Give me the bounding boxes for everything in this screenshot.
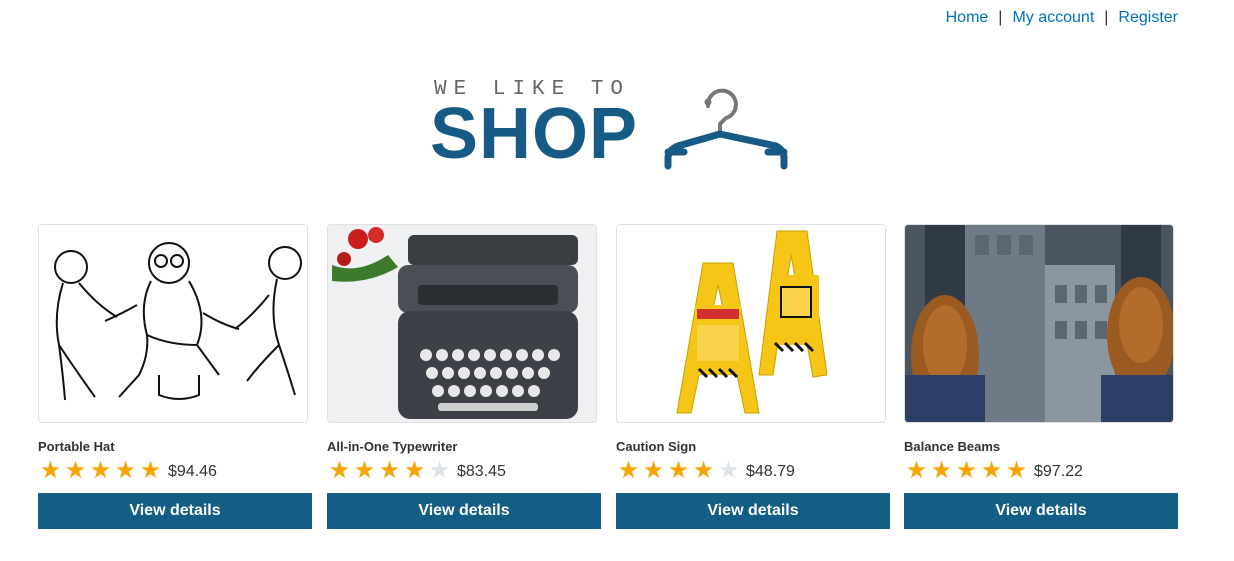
star-icon: ★: [428, 456, 451, 484]
my-account-link[interactable]: My account: [1012, 9, 1094, 27]
product-price: $83.45: [457, 463, 506, 480]
star-rating: ★ ★ ★ ★ ★: [38, 458, 163, 482]
star-icon: ★: [617, 456, 640, 484]
view-details-button[interactable]: View details: [904, 493, 1178, 529]
product-name[interactable]: Caution Sign: [616, 439, 890, 455]
product-name[interactable]: Portable Hat: [38, 439, 312, 455]
star-icon: ★: [1005, 456, 1028, 484]
star-icon: ★: [403, 456, 426, 484]
star-icon: ★: [328, 456, 351, 484]
page: Home | My account | Register WE LIKE TO …: [0, 0, 1234, 561]
product-name[interactable]: All-in-One Typewriter: [327, 439, 601, 455]
top-nav: Home | My account | Register: [946, 9, 1178, 27]
nav-separator: |: [1104, 9, 1109, 26]
product-image[interactable]: [904, 224, 1174, 423]
product-name[interactable]: Balance Beams: [904, 439, 1178, 455]
product-price: $97.22: [1034, 463, 1083, 480]
sketch-people-illustration-icon: [39, 225, 307, 422]
rating-row: ★ ★ ★ ★ ★ $48.79: [616, 457, 890, 483]
star-icon: ★: [64, 456, 87, 484]
nav-separator: |: [998, 9, 1003, 26]
star-icon: ★: [955, 456, 978, 484]
logo-title: SHOP: [430, 94, 639, 174]
site-logo[interactable]: WE LIKE TO SHOP: [430, 76, 792, 176]
register-link[interactable]: Register: [1118, 9, 1178, 27]
rating-row: ★ ★ ★ ★ ★ $97.22: [904, 457, 1178, 483]
feet-over-city-photo-icon: [905, 225, 1173, 422]
star-icon: ★: [139, 456, 162, 484]
product-price: $48.79: [746, 463, 795, 480]
star-rating: ★ ★ ★ ★ ★: [616, 458, 741, 482]
star-rating: ★ ★ ★ ★ ★: [327, 458, 452, 482]
star-icon: ★: [39, 456, 62, 484]
hanger-icon: [664, 88, 788, 170]
home-link[interactable]: Home: [946, 9, 989, 27]
star-icon: ★: [353, 456, 376, 484]
star-icon: ★: [114, 456, 137, 484]
star-rating: ★ ★ ★ ★ ★: [904, 458, 1029, 482]
product-image[interactable]: [327, 224, 597, 423]
star-icon: ★: [378, 456, 401, 484]
view-details-button[interactable]: View details: [616, 493, 890, 529]
product-image[interactable]: [616, 224, 886, 423]
star-icon: ★: [692, 456, 715, 484]
star-icon: ★: [642, 456, 665, 484]
product-price: $94.46: [168, 463, 217, 480]
product-card: All-in-One Typewriter ★ ★ ★ ★ ★ $83.45 V…: [327, 224, 601, 529]
star-icon: ★: [717, 456, 740, 484]
star-icon: ★: [980, 456, 1003, 484]
caution-sign-photo-icon: [617, 225, 885, 422]
product-card: Caution Sign ★ ★ ★ ★ ★ $48.79 View detai…: [616, 224, 890, 529]
rating-row: ★ ★ ★ ★ ★ $94.46: [38, 457, 312, 483]
typewriter-photo-icon: [328, 225, 596, 422]
star-icon: ★: [89, 456, 112, 484]
star-icon: ★: [905, 456, 928, 484]
product-card: Portable Hat ★ ★ ★ ★ ★ $94.46 View detai…: [38, 224, 312, 529]
star-icon: ★: [930, 456, 953, 484]
rating-row: ★ ★ ★ ★ ★ $83.45: [327, 457, 601, 483]
star-icon: ★: [667, 456, 690, 484]
view-details-button[interactable]: View details: [327, 493, 601, 529]
product-image[interactable]: [38, 224, 308, 423]
view-details-button[interactable]: View details: [38, 493, 312, 529]
product-card: Balance Beams ★ ★ ★ ★ ★ $97.22 View deta…: [904, 224, 1178, 529]
